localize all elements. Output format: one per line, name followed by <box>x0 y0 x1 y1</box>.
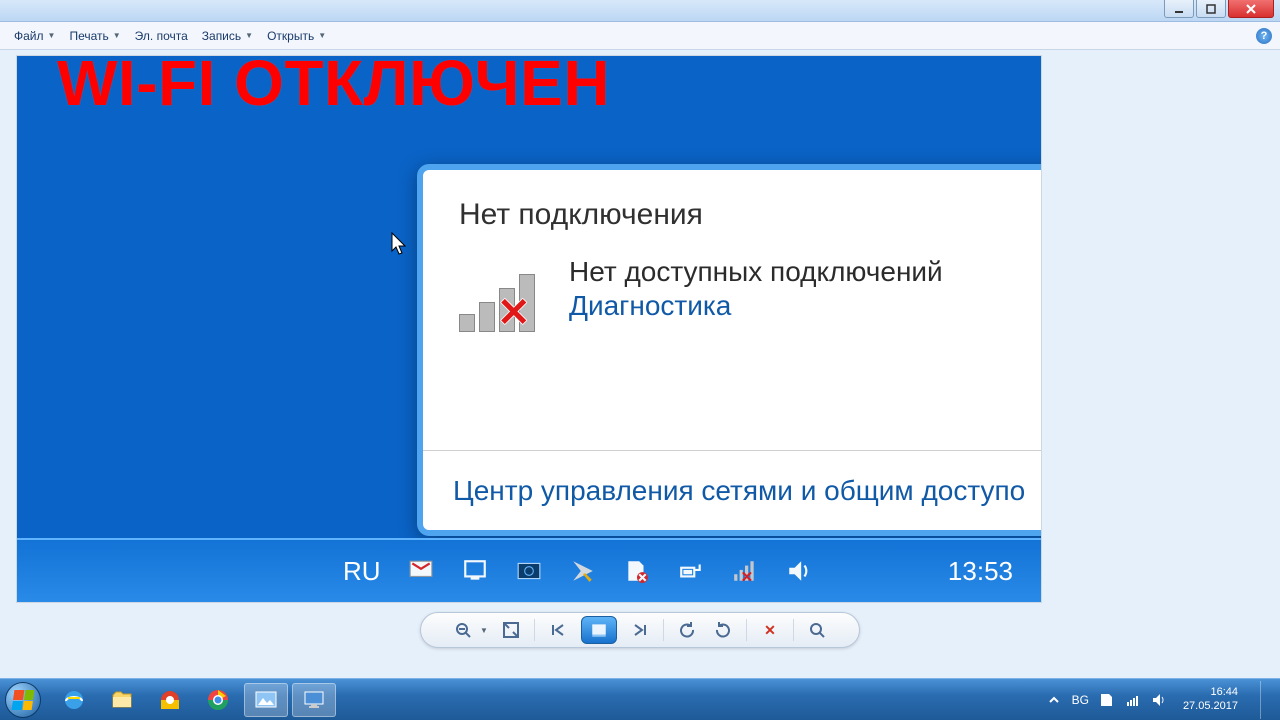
minimize-button[interactable] <box>1164 0 1194 18</box>
outer-titlebar[interactable] <box>0 0 1280 22</box>
next-button[interactable] <box>627 617 653 643</box>
windows-logo-icon <box>12 690 35 710</box>
menu-file[interactable]: Файл▼ <box>8 27 61 45</box>
overlay-title: WI-FI ОТКЛЮЧЕН <box>57 55 610 120</box>
tray-network-icon[interactable] <box>461 557 489 585</box>
zoom-dropdown-icon[interactable]: ▼ <box>480 626 488 635</box>
cursor-icon <box>389 232 411 263</box>
network-flyout: Нет подключения ✕ Нет доступных подключе… <box>417 164 1042 536</box>
no-signal-icon: ✕ <box>459 262 551 332</box>
tray-wifi-icon[interactable]: ✕ <box>731 557 759 585</box>
tray-antivirus-icon[interactable] <box>569 557 597 585</box>
tray-action-center-icon[interactable] <box>1099 692 1115 708</box>
menu-burn[interactable]: Запись▼ <box>196 27 259 45</box>
more-button[interactable] <box>804 617 830 643</box>
tray-action-icon[interactable] <box>623 557 651 585</box>
tray-app-icon[interactable] <box>515 557 543 585</box>
slideshow-button[interactable] <box>581 616 617 644</box>
taskbar: BG 16:44 27.05.2017 <box>0 678 1280 720</box>
tray-power-icon[interactable] <box>677 557 705 585</box>
viewer-menubar: Файл▼ Печать▼ Эл. почта Запись▼ Открыть▼… <box>0 22 1280 50</box>
taskbar-chrome[interactable] <box>196 683 240 717</box>
fit-button[interactable] <box>498 617 524 643</box>
tray-net-icon[interactable] <box>1125 692 1141 708</box>
taskbar-desktop[interactable] <box>292 683 336 717</box>
pinned-apps <box>46 683 336 717</box>
taskbar-ie[interactable] <box>52 683 96 717</box>
taskbar-explorer[interactable] <box>100 683 144 717</box>
separator <box>534 619 535 641</box>
no-connections-label: Нет доступных подключений <box>569 256 943 288</box>
inner-lang-indicator[interactable]: RU <box>343 556 381 587</box>
menu-print[interactable]: Печать▼ <box>63 27 126 45</box>
help-icon[interactable]: ? <box>1256 28 1272 44</box>
rotate-cw-button[interactable] <box>710 617 736 643</box>
separator <box>663 619 664 641</box>
show-desktop-button[interactable] <box>1260 681 1270 719</box>
separator <box>746 619 747 641</box>
taskbar-browser2[interactable] <box>148 683 192 717</box>
system-tray: BG 16:44 27.05.2017 <box>1046 681 1270 719</box>
delete-button[interactable]: ✕ <box>757 617 783 643</box>
window-controls <box>1164 0 1274 18</box>
close-button[interactable] <box>1228 0 1274 18</box>
separator <box>793 619 794 641</box>
inner-taskbar: RU ✕ 13:53 <box>17 540 1041 602</box>
photo-viewer-window: Файл▼ Печать▼ Эл. почта Запись▼ Открыть▼… <box>0 0 1280 678</box>
photo-content: WI-FI ОТКЛЮЧЕН Нет подключения ✕ Нет дос… <box>16 55 1042 603</box>
lang-indicator[interactable]: BG <box>1072 693 1089 707</box>
clock-time: 16:44 <box>1183 686 1238 700</box>
network-center-link[interactable]: Центр управления сетями и общим доступо <box>423 450 1042 530</box>
viewer-toolbar: ▼ ✕ <box>420 612 860 648</box>
clock-date: 27.05.2017 <box>1183 700 1238 714</box>
tray-chevron-icon[interactable] <box>1046 692 1062 708</box>
prev-button[interactable] <box>545 617 571 643</box>
zoom-out-button[interactable] <box>450 617 476 643</box>
maximize-button[interactable] <box>1196 0 1226 18</box>
tray-sound-icon[interactable] <box>1151 692 1167 708</box>
taskbar-clock[interactable]: 16:44 27.05.2017 <box>1177 686 1244 714</box>
menu-open[interactable]: Открыть▼ <box>261 27 332 45</box>
taskbar-photoviewer[interactable] <box>244 683 288 717</box>
tray-volume-icon[interactable] <box>785 557 813 585</box>
tray-flag-icon[interactable] <box>407 557 435 585</box>
menu-email[interactable]: Эл. почта <box>129 27 194 45</box>
rotate-ccw-button[interactable] <box>674 617 700 643</box>
svg-text:✕: ✕ <box>740 569 753 584</box>
diagnose-link[interactable]: Диагностика <box>569 290 943 322</box>
popup-title: Нет подключения <box>459 198 1042 232</box>
inner-clock[interactable]: 13:53 <box>948 556 1021 587</box>
start-button[interactable] <box>0 679 46 721</box>
